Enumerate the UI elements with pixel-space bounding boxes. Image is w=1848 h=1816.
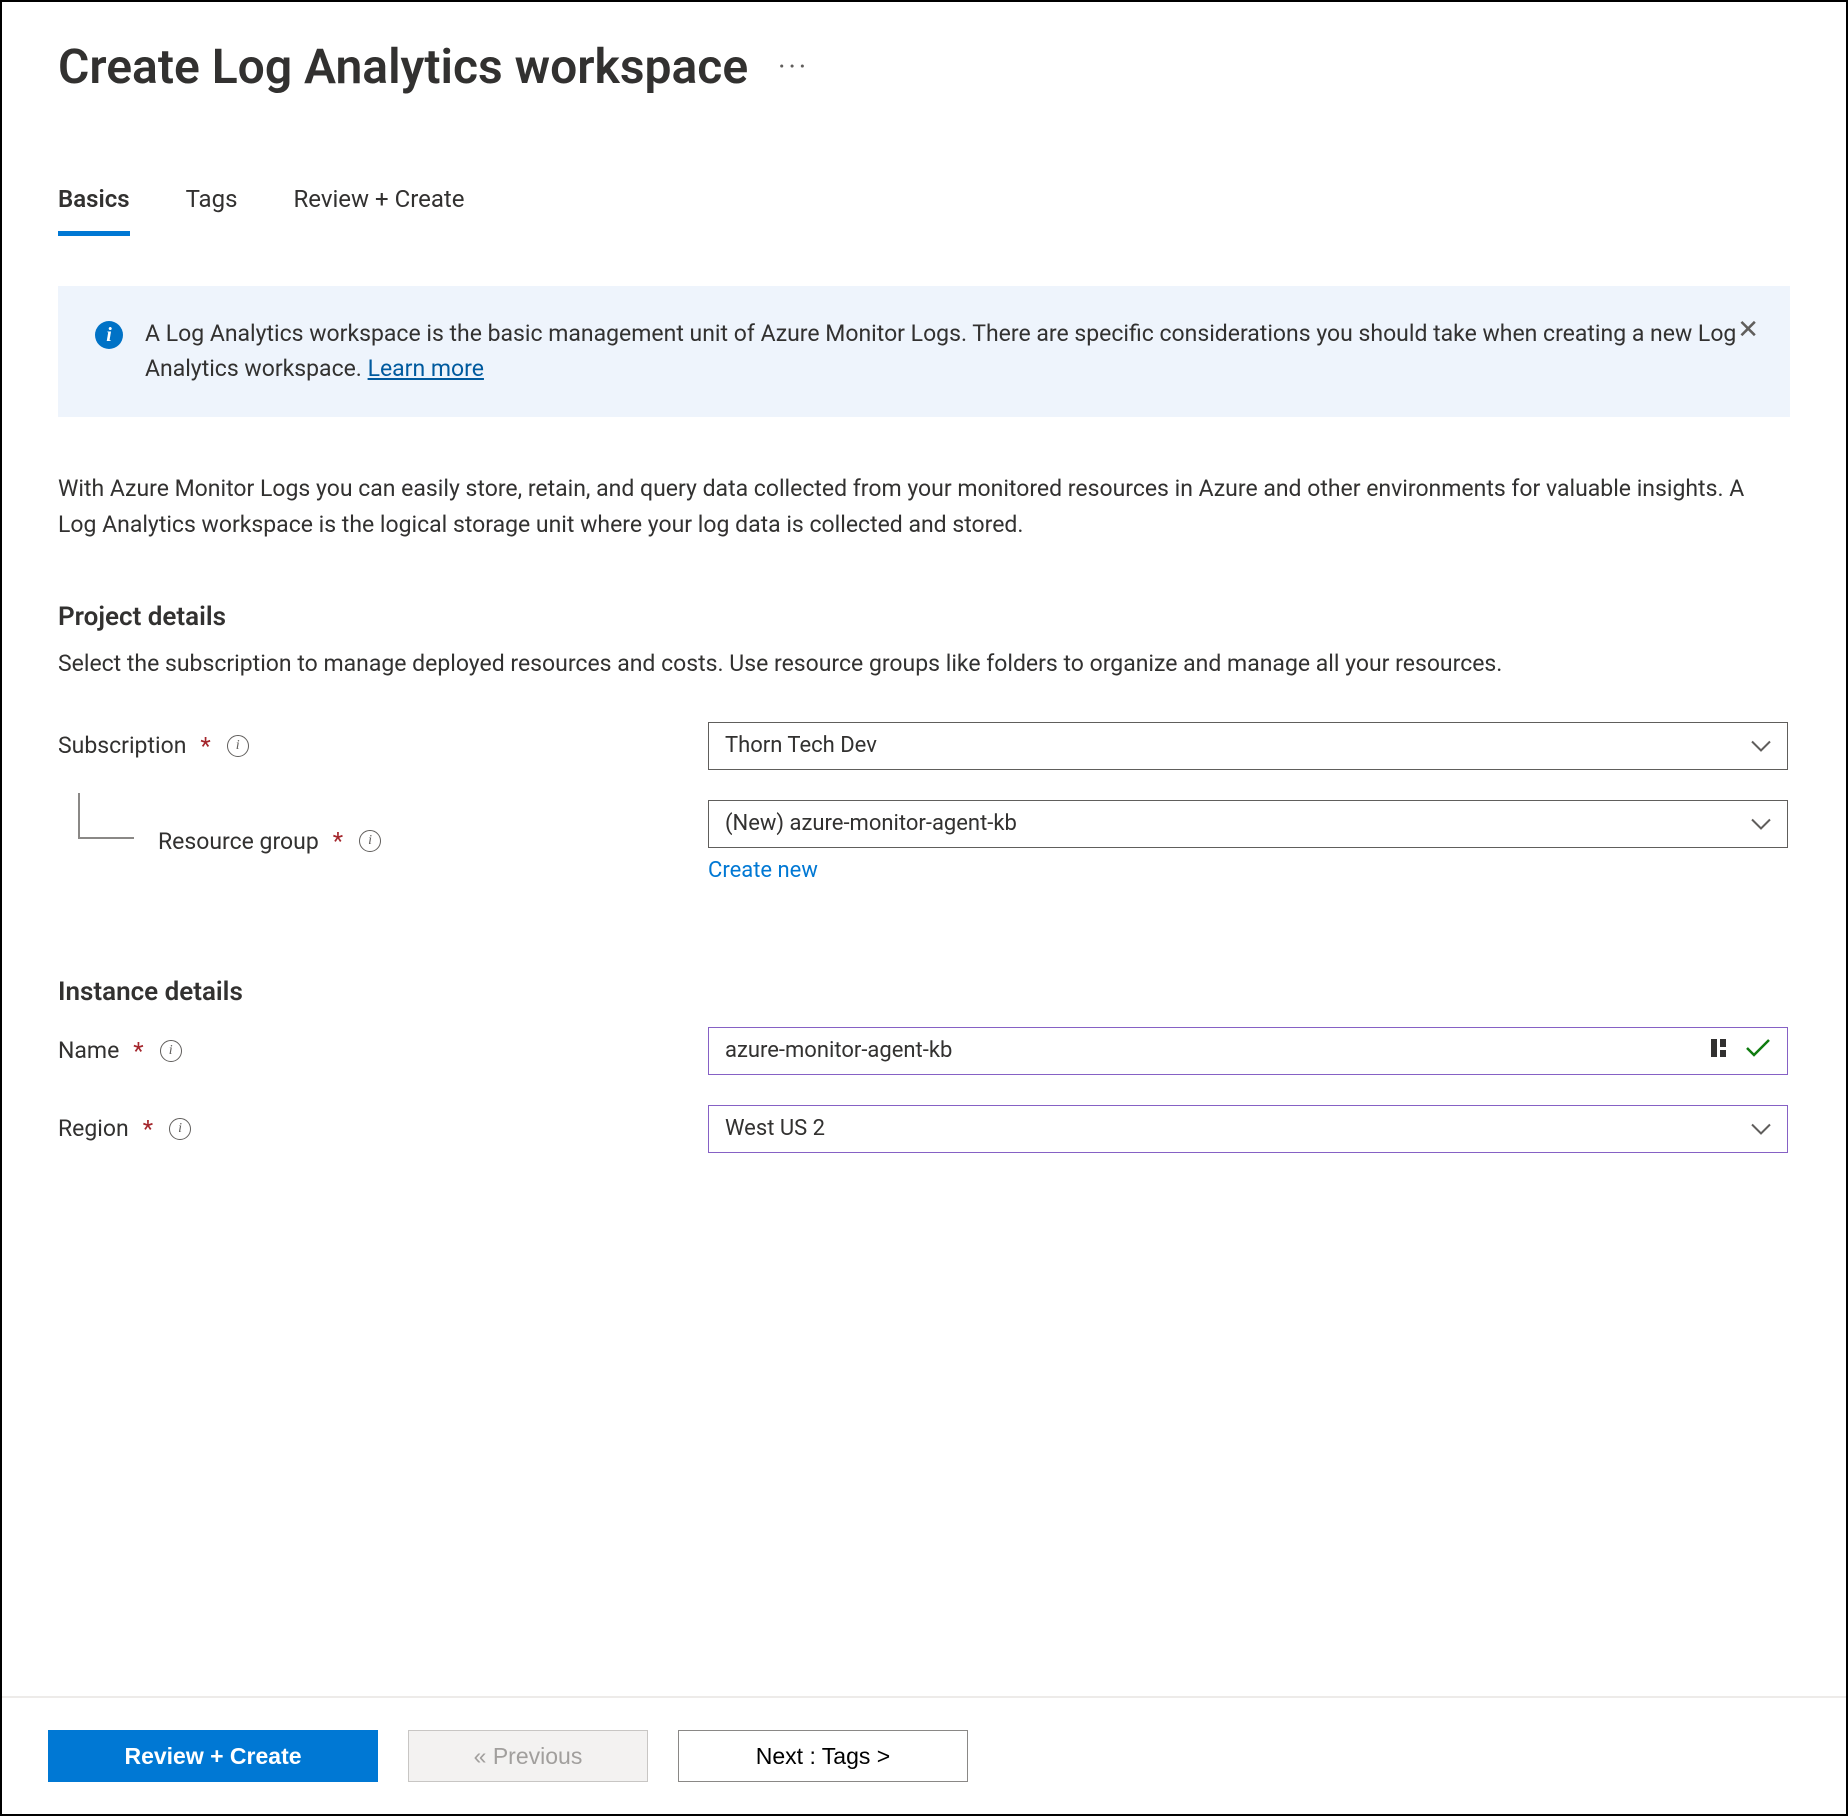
tab-basics[interactable]: Basics (58, 185, 130, 236)
info-icon: i (95, 321, 123, 349)
footer: Review + Create « Previous Next : Tags > (2, 1696, 1846, 1814)
info-box: i A Log Analytics workspace is the basic… (58, 286, 1790, 417)
chevron-down-icon (1751, 733, 1771, 758)
tabs: Basics Tags Review + Create (58, 185, 1790, 236)
region-label: Region (58, 1115, 129, 1142)
tree-elbow (78, 793, 134, 839)
more-icon[interactable]: ··· (778, 50, 809, 83)
review-create-button[interactable]: Review + Create (48, 1730, 378, 1782)
required-asterisk: * (143, 1115, 153, 1143)
name-label: Name (58, 1037, 119, 1064)
help-icon[interactable]: i (227, 735, 249, 757)
next-button[interactable]: Next : Tags > (678, 1730, 968, 1782)
subscription-label: Subscription (58, 732, 186, 759)
region-select[interactable]: West US 2 (708, 1105, 1788, 1153)
tab-review-create[interactable]: Review + Create (293, 185, 464, 236)
previous-button: « Previous (408, 1730, 648, 1782)
project-details-sub: Select the subscription to manage deploy… (58, 646, 1658, 682)
name-input[interactable]: azure-monitor-agent-kb (708, 1027, 1788, 1075)
create-new-link[interactable]: Create new (708, 858, 818, 883)
help-icon[interactable]: i (160, 1040, 182, 1062)
password-manager-icon[interactable] (1709, 1037, 1731, 1065)
instance-details-heading: Instance details (58, 977, 1790, 1007)
required-asterisk: * (133, 1037, 143, 1065)
project-details-heading: Project details (58, 602, 1790, 632)
region-value: West US 2 (725, 1116, 825, 1141)
required-asterisk: * (200, 732, 210, 760)
required-asterisk: * (333, 827, 343, 855)
subscription-value: Thorn Tech Dev (725, 733, 877, 758)
check-icon (1745, 1038, 1771, 1064)
chevron-down-icon (1751, 1116, 1771, 1141)
subscription-select[interactable]: Thorn Tech Dev (708, 722, 1788, 770)
close-icon[interactable]: ✕ (1737, 311, 1759, 350)
tab-tags[interactable]: Tags (186, 185, 238, 236)
chevron-down-icon (1751, 811, 1771, 836)
resource-group-value: (New) azure-monitor-agent-kb (725, 811, 1017, 836)
info-text: A Log Analytics workspace is the basic m… (145, 317, 1753, 386)
intro-text: With Azure Monitor Logs you can easily s… (58, 471, 1778, 542)
learn-more-link[interactable]: Learn more (368, 355, 484, 382)
resource-group-label: Resource group (158, 828, 319, 855)
page-title: Create Log Analytics workspace (58, 38, 748, 95)
name-value: azure-monitor-agent-kb (725, 1038, 952, 1063)
help-icon[interactable]: i (359, 830, 381, 852)
help-icon[interactable]: i (169, 1118, 191, 1140)
resource-group-select[interactable]: (New) azure-monitor-agent-kb (708, 800, 1788, 848)
